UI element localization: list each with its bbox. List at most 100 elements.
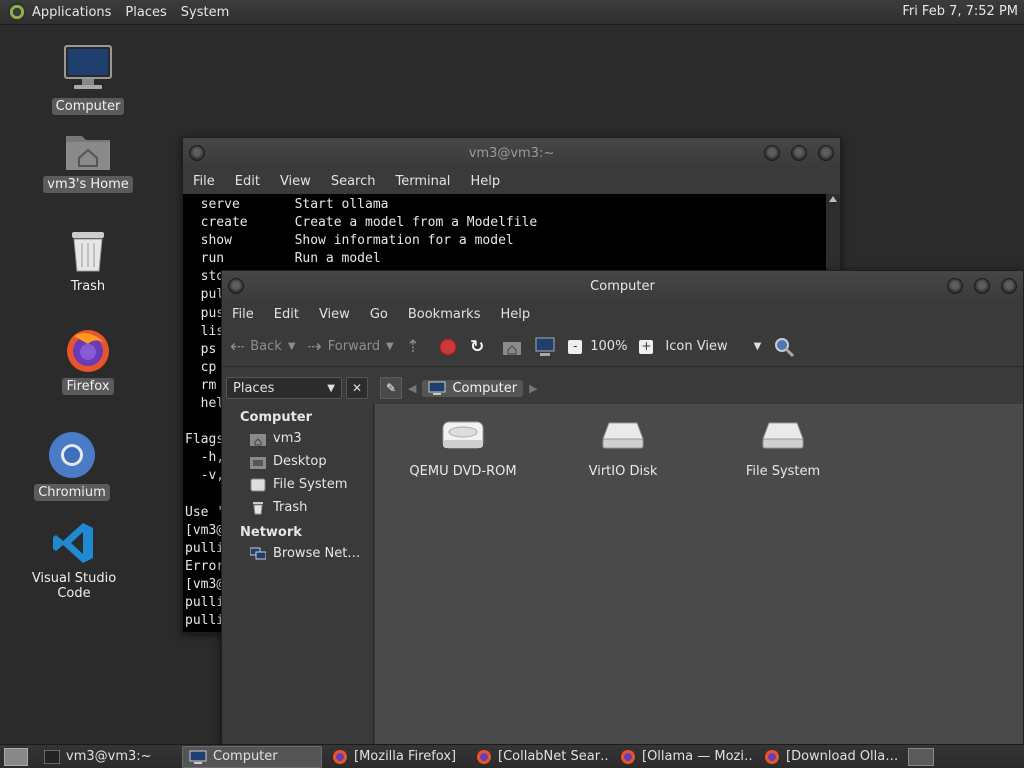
firefox-icon (67, 330, 109, 372)
sidebar-item-label: vm3 (273, 431, 302, 446)
firefox-icon (476, 749, 492, 765)
file-manager-titlebar[interactable]: Computer (222, 271, 1023, 301)
applications-menu[interactable]: Applications (32, 5, 111, 20)
sidebar-item-desktop[interactable]: Desktop (222, 450, 373, 473)
maximize-button[interactable] (791, 145, 807, 161)
drive-item-file-system[interactable]: File System (703, 418, 863, 479)
file-manager-toolbar: ⇠ Back ▼ ⇢ Forward ▼ ⇡ ↻ - 100% + Icon V… (222, 327, 1023, 367)
computer-icon (64, 45, 112, 89)
task-computer[interactable]: Computer (182, 745, 322, 768)
terminal-icon (44, 749, 60, 764)
view-mode-select[interactable]: Icon View ▼ (665, 339, 761, 354)
firefox-icon (620, 749, 636, 765)
task-ollama[interactable]: [Ollama — Mozi… (614, 746, 754, 768)
top-panel: Applications Places System Fri Feb 7, 7:… (0, 0, 1024, 25)
menu-view[interactable]: View (319, 307, 350, 322)
task-download-ollama[interactable]: [Download Olla… (758, 746, 898, 768)
desktop-icon-home[interactable]: vm3's Home (28, 128, 148, 193)
side-pane-close-button[interactable]: ✕ (346, 377, 368, 399)
task-firefox[interactable]: [Mozilla Firefox] (326, 746, 466, 768)
zoom-in-button[interactable]: + (639, 338, 654, 354)
desktop-icon-computer[interactable]: Computer (28, 44, 148, 115)
menu-edit[interactable]: Edit (274, 307, 299, 322)
breadcrumb: ✎ ◀ Computer ▶ (380, 374, 544, 402)
sidebar-item-vm3[interactable]: vm3 (222, 427, 373, 450)
chevron-down-icon[interactable]: ▼ (288, 341, 296, 352)
desktop-icon-chromium[interactable]: Chromium (12, 430, 132, 501)
maximize-button[interactable] (974, 278, 990, 294)
reload-icon: ↻ (470, 336, 485, 357)
desktop-icon-vscode[interactable]: Visual Studio Code (14, 520, 134, 602)
desktop-icon-firefox[interactable]: Firefox (28, 326, 148, 395)
clock[interactable]: Fri Feb 7, 7:52 PM (902, 4, 1018, 19)
network-icon (250, 547, 266, 561)
menu-file[interactable]: File (193, 174, 215, 189)
chevron-left-icon[interactable]: ◀ (408, 382, 416, 395)
search-button[interactable] (773, 336, 795, 358)
drive-label: File System (745, 464, 821, 479)
computer-button[interactable] (534, 337, 556, 357)
menu-search[interactable]: Search (331, 174, 376, 189)
stop-button[interactable] (438, 337, 458, 357)
task-collabnet[interactable]: [CollabNet Sear… (470, 746, 610, 768)
close-button[interactable] (1001, 278, 1017, 294)
workspace-switcher[interactable] (908, 747, 934, 766)
sidebar-item-trash[interactable]: Trash (222, 496, 373, 519)
back-button[interactable]: ⇠ Back ▼ (230, 337, 296, 357)
zoom-in-icon: + (639, 338, 654, 354)
home-button[interactable] (502, 338, 522, 356)
show-desktop-icon[interactable] (4, 747, 28, 766)
window-menu-button[interactable] (228, 278, 244, 294)
chevron-right-icon[interactable]: ▶ (529, 382, 537, 395)
terminal-titlebar[interactable]: vm3@vm3:~ (183, 138, 840, 168)
breadcrumb-computer[interactable]: Computer (422, 379, 524, 397)
menu-edit[interactable]: Edit (235, 174, 260, 189)
chevron-down-icon[interactable]: ▼ (754, 341, 762, 352)
side-pane-selector[interactable]: Places ▼ (226, 377, 342, 399)
window-menu-button[interactable] (189, 145, 205, 161)
sidebar-item-file-system[interactable]: File System (222, 473, 373, 496)
distro-logo-icon[interactable] (8, 3, 26, 21)
chevron-down-icon: ▼ (327, 382, 335, 394)
drive-item-qemu-dvd-rom[interactable]: QEMU DVD-ROM (383, 418, 543, 479)
chevron-down-icon[interactable]: ▼ (386, 341, 394, 352)
side-pane-header: Places ▼ ✕ (226, 374, 372, 402)
forward-button[interactable]: ⇢ Forward ▼ (308, 337, 394, 357)
desktop-icon-label: Chromium (34, 484, 110, 501)
task-label: [CollabNet Sear… (498, 749, 610, 764)
terminal-line: show Show information for a model (185, 233, 514, 249)
home-folder-icon (250, 432, 266, 446)
sidebar-item-browse-network[interactable]: Browse Net… (222, 542, 373, 565)
close-button[interactable] (818, 145, 834, 161)
task-label: [Download Olla… (786, 749, 898, 764)
menu-help[interactable]: Help (500, 307, 530, 322)
minimize-button[interactable] (764, 145, 780, 161)
chromium-icon (49, 432, 95, 478)
drive-item-virtio-disk[interactable]: VirtIO Disk (543, 418, 703, 479)
icon-view[interactable]: QEMU DVD-ROM VirtIO Disk File System (375, 404, 1023, 745)
minimize-button[interactable] (947, 278, 963, 294)
window-title: Computer (590, 278, 655, 294)
menu-view[interactable]: View (280, 174, 311, 189)
places-menu[interactable]: Places (125, 5, 166, 20)
sidebar-item-label: Browse Net… (273, 546, 361, 561)
menu-help[interactable]: Help (470, 174, 500, 189)
computer-icon (428, 381, 446, 395)
trash-icon (250, 501, 266, 515)
reload-button[interactable]: ↻ (470, 337, 490, 357)
desktop-folder-icon (250, 455, 266, 469)
hard-disk-icon (762, 422, 804, 449)
task-terminal[interactable]: vm3@vm3:~ (38, 746, 178, 768)
menu-file[interactable]: File (232, 307, 254, 322)
desktop-icon-trash[interactable]: Trash (28, 228, 148, 295)
menu-terminal[interactable]: Terminal (395, 174, 450, 189)
menu-bookmarks[interactable]: Bookmarks (408, 307, 481, 322)
system-menu[interactable]: System (181, 5, 229, 20)
menu-go[interactable]: Go (370, 307, 388, 322)
file-manager-menubar: File Edit View Go Bookmarks Help (222, 301, 1023, 327)
edit-location-button[interactable]: ✎ (380, 377, 402, 399)
zoom-level: 100% (590, 339, 628, 354)
up-button[interactable]: ⇡ (406, 337, 426, 357)
zoom-out-button[interactable]: - 100% (568, 339, 627, 354)
scroll-up-icon[interactable] (829, 196, 837, 202)
